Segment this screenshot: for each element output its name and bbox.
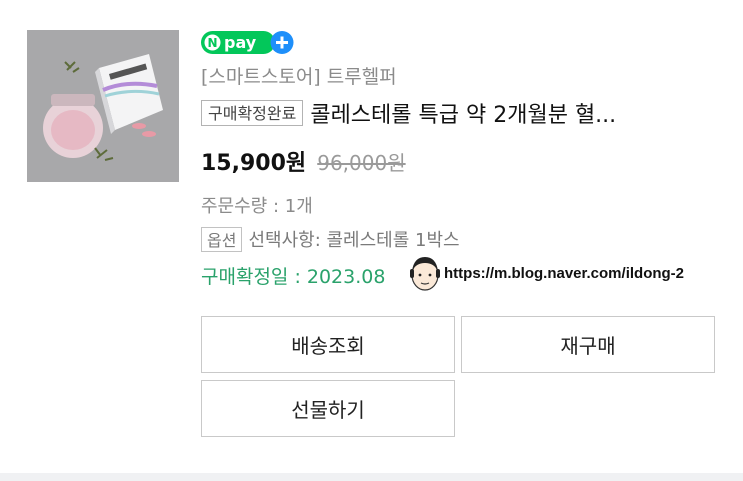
supplement-product-image (27, 30, 179, 182)
track-delivery-button[interactable]: 배송조회 (201, 316, 455, 373)
rebuy-button[interactable]: 재구매 (461, 316, 715, 373)
naver-pay-plus-logo: N pay (201, 31, 294, 54)
original-price: 96,000원 (317, 151, 406, 175)
option-badge: 옵션 (201, 226, 243, 252)
option-row: 옵션 선택사항: 콜레스테롤 1박스 (201, 226, 460, 252)
status-badge: 구매확정완료 (201, 100, 304, 126)
order-quantity: 주문수량 : 1개 (201, 196, 313, 217)
npay-text: pay (224, 33, 257, 52)
store-name[interactable]: [스마트스토어] 트루헬퍼 (201, 62, 397, 89)
purchase-confirm-date: 구매확정일 : 2023.08 (201, 266, 386, 288)
product-title[interactable]: 콜레스테롤 특급 약 2개월분 혈... (310, 97, 616, 129)
svg-text:N: N (207, 36, 217, 50)
sale-price: 15,900원 (201, 151, 307, 176)
option-text: 선택사항: 콜레스테롤 1박스 (248, 230, 460, 251)
product-thumbnail[interactable] (27, 30, 179, 182)
section-divider (0, 473, 743, 481)
product-title-row[interactable]: 구매확정완료 콜레스테롤 특급 약 2개월분 혈... (201, 98, 616, 128)
blog-watermark: https://m.blog.naver.com/ildong-2 (408, 252, 684, 294)
cartoon-face-icon (410, 257, 440, 291)
price-row: 15,900원 96,000원 (201, 145, 406, 177)
gift-button[interactable]: 선물하기 (201, 380, 455, 437)
watermark-url: https://m.blog.naver.com/ildong-2 (444, 264, 685, 282)
